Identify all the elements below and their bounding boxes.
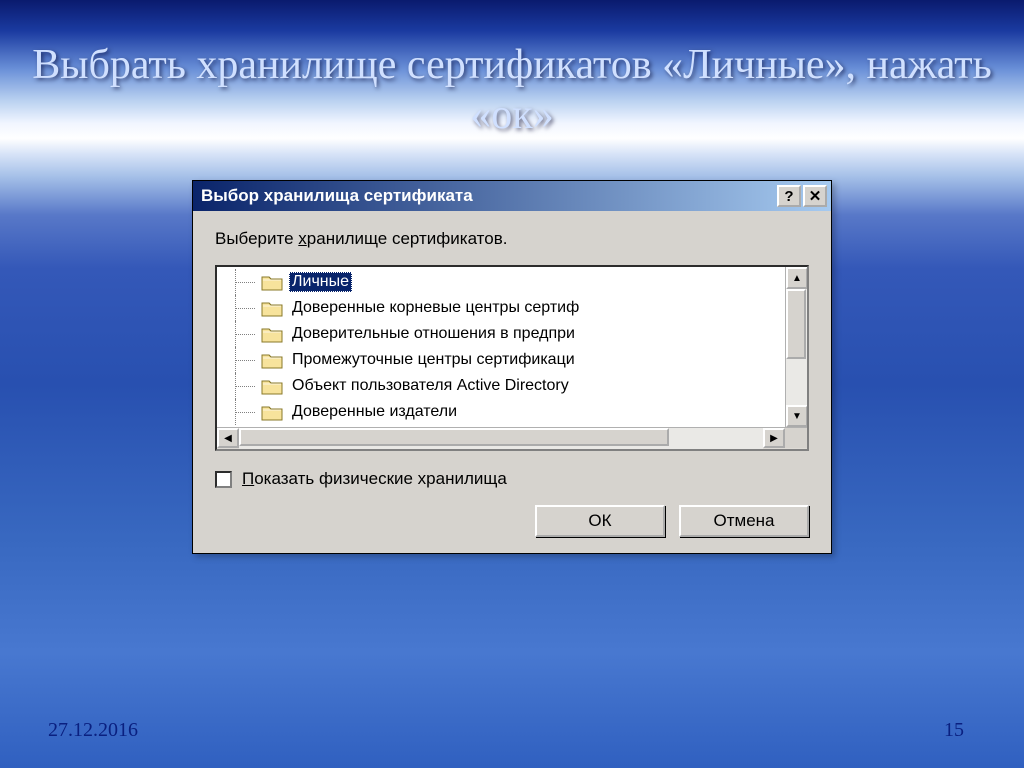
tree-connector-icon bbox=[227, 373, 261, 399]
scroll-corner bbox=[785, 428, 807, 448]
footer-page-number: 15 bbox=[944, 719, 964, 742]
titlebar-buttons: ? ✕ bbox=[777, 185, 827, 207]
dialog-body: Выберите хранилище сертификатов. Личные Д… bbox=[193, 211, 831, 553]
scroll-right-button[interactable]: ▶ bbox=[763, 428, 785, 448]
ok-button[interactable]: ОК bbox=[535, 505, 665, 537]
scroll-down-button[interactable]: ▼ bbox=[786, 405, 807, 427]
tree-list: Личные Доверенные корневые центры сертиф Д… bbox=[217, 267, 785, 427]
folder-icon bbox=[261, 352, 283, 369]
tree-item-label: Доверенные издатели bbox=[289, 402, 460, 422]
tree-item[interactable]: Промежуточные центры сертификаци bbox=[217, 347, 785, 373]
arrow-up-icon: ▲ bbox=[792, 273, 802, 284]
button-row: ОК Отмена bbox=[215, 505, 809, 537]
tree-item[interactable]: Объект пользователя Active Directory bbox=[217, 373, 785, 399]
instruction-prefix: Выберите bbox=[215, 229, 298, 248]
tree-connector-icon bbox=[227, 321, 261, 347]
checkbox-row[interactable]: Показать физические хранилища bbox=[215, 469, 809, 489]
arrow-left-icon: ◀ bbox=[224, 433, 232, 444]
show-physical-checkbox[interactable] bbox=[215, 471, 232, 488]
folder-icon bbox=[261, 404, 283, 421]
help-button[interactable]: ? bbox=[777, 185, 801, 207]
tree-item[interactable]: Доверительные отношения в предпри bbox=[217, 321, 785, 347]
cancel-button[interactable]: Отмена bbox=[679, 505, 809, 537]
folder-icon bbox=[261, 274, 283, 291]
hscroll-thumb[interactable] bbox=[239, 428, 669, 446]
instruction-suffix: ранилище сертификатов. bbox=[307, 229, 508, 248]
tree-connector-icon bbox=[227, 399, 261, 425]
folder-icon bbox=[261, 326, 283, 343]
dialog-window: Выбор хранилища сертификата ? ✕ Выберите… bbox=[192, 180, 832, 554]
vertical-scrollbar[interactable]: ▲ ▼ bbox=[785, 267, 807, 427]
tree-item-label: Личные bbox=[289, 272, 352, 292]
vscroll-track[interactable] bbox=[786, 289, 807, 405]
tree-item-label: Промежуточные центры сертификаци bbox=[289, 350, 578, 370]
checkbox-hotkey: П bbox=[242, 469, 254, 488]
tree-connector-icon bbox=[227, 269, 261, 295]
tree-item-label: Объект пользователя Active Directory bbox=[289, 376, 572, 396]
arrow-down-icon: ▼ bbox=[792, 411, 802, 422]
instruction-text: Выберите хранилище сертификатов. bbox=[215, 229, 809, 249]
tree-item[interactable]: Доверенные издатели bbox=[217, 399, 785, 425]
instruction-hotkey: х bbox=[298, 229, 307, 248]
checkbox-label: Показать физические хранилища bbox=[242, 469, 507, 489]
arrow-right-icon: ▶ bbox=[770, 433, 778, 444]
scroll-left-button[interactable]: ◀ bbox=[217, 428, 239, 448]
hscroll-track[interactable] bbox=[239, 428, 763, 449]
scroll-up-button[interactable]: ▲ bbox=[786, 267, 807, 289]
slide-title: Выбрать хранилище сертификатов «Личные»,… bbox=[0, 40, 1024, 141]
checkbox-text: оказать физические хранилища bbox=[254, 469, 507, 488]
folder-icon bbox=[261, 378, 283, 395]
footer-date: 27.12.2016 bbox=[48, 719, 138, 742]
tree-item-label: Доверительные отношения в предпри bbox=[289, 324, 578, 344]
vscroll-thumb[interactable] bbox=[786, 289, 806, 359]
tree-item[interactable]: Личные bbox=[217, 269, 785, 295]
tree-listbox[interactable]: Личные Доверенные корневые центры сертиф Д… bbox=[215, 265, 809, 451]
folder-icon bbox=[261, 300, 283, 317]
tree-connector-icon bbox=[227, 295, 261, 321]
dialog-title: Выбор хранилища сертификата bbox=[201, 186, 473, 206]
close-button[interactable]: ✕ bbox=[803, 185, 827, 207]
titlebar[interactable]: Выбор хранилища сертификата ? ✕ bbox=[193, 181, 831, 211]
tree-item-label: Доверенные корневые центры сертиф bbox=[289, 298, 582, 318]
tree-item[interactable]: Доверенные корневые центры сертиф bbox=[217, 295, 785, 321]
tree-connector-icon bbox=[227, 347, 261, 373]
horizontal-scrollbar[interactable]: ◀ ▶ bbox=[217, 427, 807, 449]
